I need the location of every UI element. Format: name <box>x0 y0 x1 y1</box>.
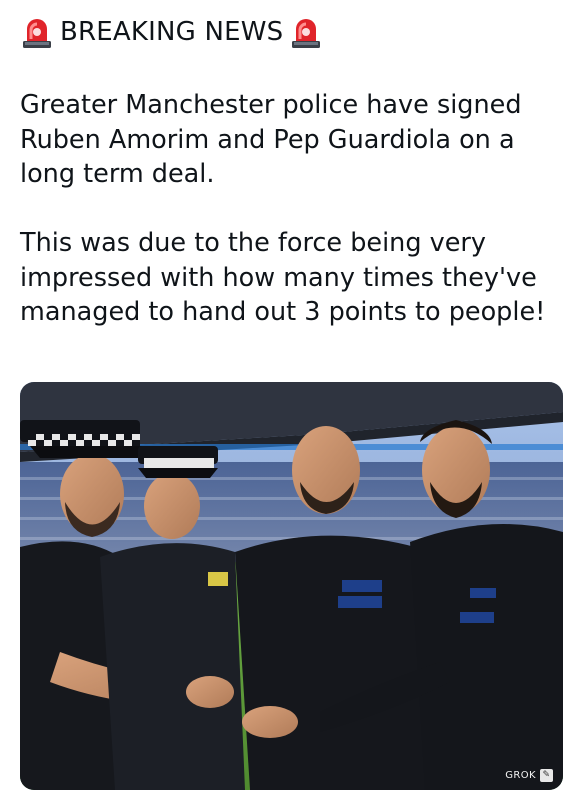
grok-watermark: GROK ✎ <box>505 769 553 782</box>
post-paragraph: This was due to the force being very imp… <box>20 228 546 327</box>
stadium-police-photo <box>20 382 563 790</box>
pencil-icon: ✎ <box>540 769 553 782</box>
headline: BREAKING NEWS <box>22 12 321 52</box>
post-image[interactable]: GROK ✎ <box>20 382 563 790</box>
post-paragraph: Greater Manchester police have signed Ru… <box>20 90 522 189</box>
watermark-text: GROK <box>505 770 536 781</box>
post-body: Greater Manchester police have signed Ru… <box>20 88 570 330</box>
police-siren-icon <box>23 19 51 48</box>
police-siren-icon <box>292 19 321 48</box>
headline-text: BREAKING NEWS <box>60 17 284 47</box>
